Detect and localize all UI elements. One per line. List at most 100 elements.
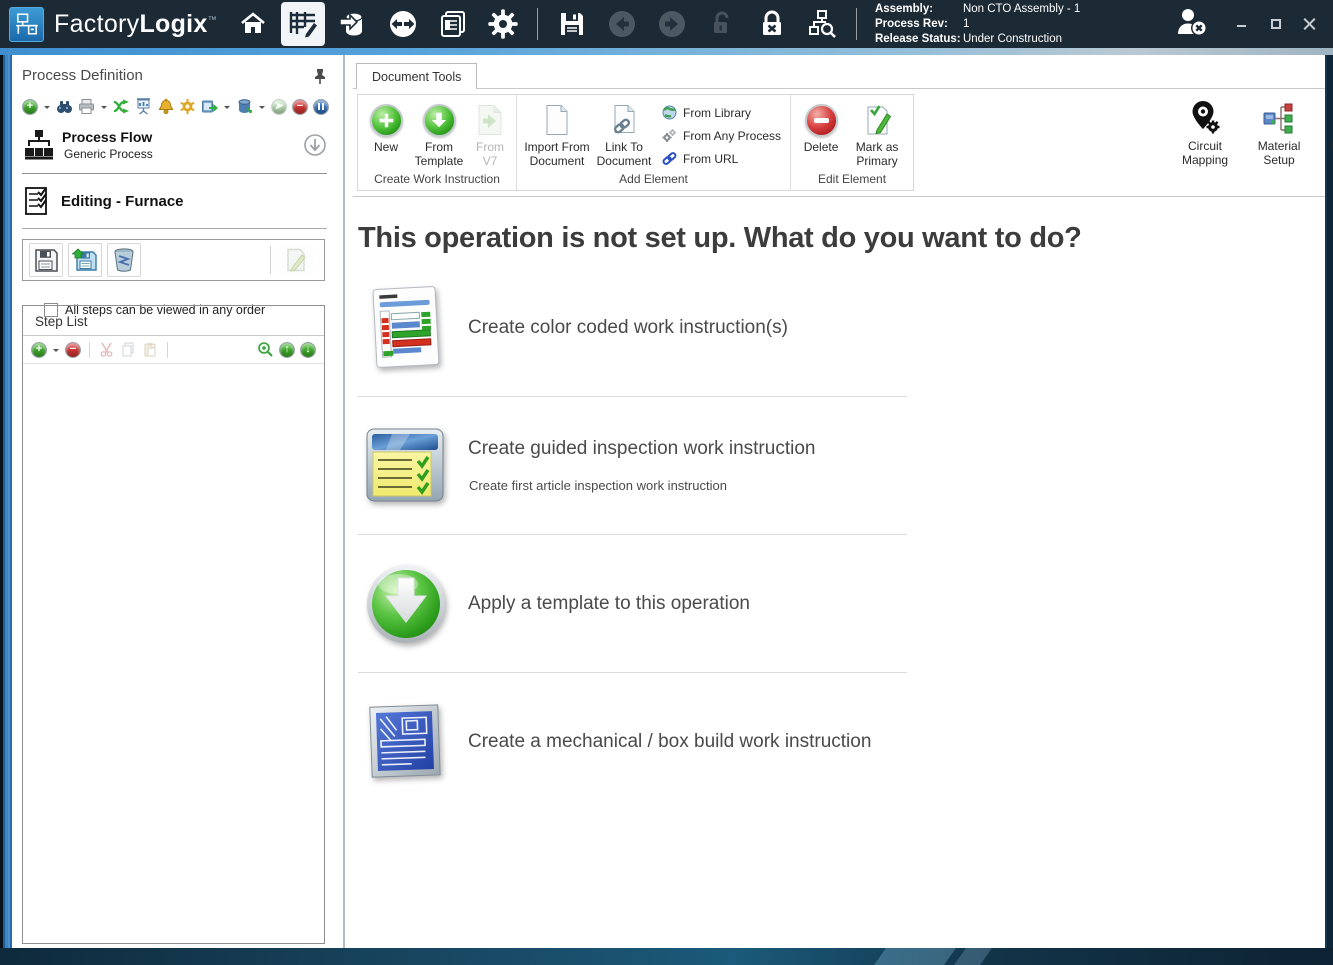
stop-icon[interactable]: −	[292, 99, 308, 115]
add-step-icon[interactable]: +	[31, 342, 47, 358]
from-library-item[interactable]: From Library	[662, 105, 781, 120]
floppy-arrow-icon	[72, 248, 98, 272]
link-to-document-button[interactable]: Link To Document	[592, 99, 656, 168]
workspace: Process Definition +	[12, 55, 1325, 948]
app-title: FactoryLogix™	[54, 10, 217, 39]
process-flow-row[interactable]: Process Flow Generic Process	[24, 129, 327, 161]
gold-gear-icon[interactable]	[179, 98, 196, 115]
delete-step-button[interactable]	[107, 243, 141, 277]
archive-icon[interactable]	[236, 98, 253, 115]
tab-document-tools[interactable]: Document Tools	[356, 63, 477, 89]
add-dropdown-icon[interactable]	[43, 98, 51, 115]
delete-element-button[interactable]: Delete	[796, 99, 846, 154]
archive-dropdown-icon[interactable]	[258, 98, 266, 115]
assembly-value: Non CTO Assembly - 1	[963, 2, 1080, 17]
process-rev-label: Process Rev:	[875, 17, 963, 32]
presentation-icon[interactable]	[135, 98, 152, 115]
from-any-process-item[interactable]: From Any Process	[662, 128, 781, 143]
process-flow-title: Process Flow	[62, 129, 303, 145]
from-url-item[interactable]: From URL	[662, 151, 781, 166]
add-icon[interactable]: +	[22, 99, 38, 115]
settings-button[interactable]	[481, 2, 525, 46]
forward-arrow-icon	[657, 9, 687, 39]
lock-button[interactable]	[750, 2, 794, 46]
mark-as-primary-button[interactable]: Mark as Primary	[846, 99, 908, 168]
step-list-toolbar: + − ↑ ↓	[23, 336, 324, 364]
edit-page-icon	[284, 248, 308, 272]
release-status-label: Release Status:	[875, 32, 963, 47]
new-button[interactable]: New	[363, 99, 409, 154]
print-dropdown-icon[interactable]	[100, 98, 108, 115]
documents-button[interactable]	[431, 2, 475, 46]
zoom-step-icon[interactable]	[257, 341, 274, 358]
minimize-button[interactable]	[1235, 17, 1249, 31]
cut-icon-disabled	[98, 341, 115, 358]
undo-button[interactable]	[600, 2, 644, 46]
spreadsheet-icon	[363, 281, 449, 375]
editing-header-row: Editing - Furnace	[24, 186, 327, 216]
expand-down-icon[interactable]	[303, 133, 327, 157]
logout-user-button[interactable]	[1175, 7, 1209, 42]
circuit-mapping-button[interactable]: Circuit Mapping	[1172, 99, 1238, 196]
accent-strip	[0, 48, 1333, 55]
save-button[interactable]	[550, 2, 594, 46]
find-icon[interactable]	[56, 98, 73, 115]
print-icon[interactable]	[78, 98, 95, 115]
add-element-menu: From Library From Any Process	[656, 99, 785, 166]
assembly-label: Assembly:	[875, 2, 963, 17]
page-title: This operation is not set up. What do yo…	[358, 222, 1325, 255]
option-sublabel[interactable]: Create first article inspection work ins…	[469, 478, 815, 493]
edit-step-button-disabled	[279, 243, 313, 277]
material-setup-button[interactable]: Material Setup	[1246, 99, 1312, 196]
app-logo	[9, 7, 44, 42]
remove-step-icon[interactable]: −	[65, 342, 81, 358]
shuffle-icon[interactable]	[113, 98, 130, 115]
toolbar-separator	[270, 246, 271, 274]
trash-icon	[113, 248, 135, 272]
copy-icon-disabled	[120, 341, 137, 358]
pin-icon[interactable]	[313, 68, 327, 84]
share-dropdown-icon[interactable]	[223, 98, 231, 115]
option-color-coded[interactable]: Create color coded work instruction(s)	[358, 259, 907, 397]
move-up-icon[interactable]: ↑	[279, 342, 295, 358]
step-list-title: Step List	[23, 306, 324, 336]
toolbar-separator	[167, 342, 168, 358]
option-list: Create color coded work instruction(s)	[358, 259, 907, 811]
gear-icon	[487, 8, 519, 40]
process-search-button[interactable]	[800, 2, 844, 46]
add-step-dropdown-icon[interactable]	[52, 341, 60, 358]
option-mechanical-box-build[interactable]: Create a mechanical / box build work ins…	[358, 673, 907, 811]
bell-icon[interactable]	[157, 98, 174, 115]
import-from-document-button[interactable]: Import From Document	[522, 99, 592, 168]
paste-icon-disabled	[142, 341, 159, 358]
redo-button[interactable]	[650, 2, 694, 46]
step-list-empty[interactable]	[23, 364, 324, 943]
save-step-button[interactable]	[29, 243, 63, 277]
production-button[interactable]	[331, 2, 375, 46]
from-template-button[interactable]: From Template	[409, 99, 469, 168]
close-button[interactable]	[1303, 17, 1317, 31]
transfers-button[interactable]	[381, 2, 425, 46]
from-v7-button-disabled: From V7	[469, 99, 511, 168]
home-button[interactable]	[231, 2, 275, 46]
option-guided-inspection[interactable]: Create guided inspection work instructio…	[358, 397, 907, 535]
maximize-button[interactable]	[1269, 17, 1283, 31]
database-arrow-icon	[338, 9, 368, 39]
option-label: Create color coded work instruction(s)	[468, 317, 788, 339]
edit-element-group: Delete Mark as Primary	[791, 95, 913, 190]
option-apply-template[interactable]: Apply a template to this operation	[358, 535, 907, 673]
process-definition-button[interactable]	[281, 2, 325, 46]
pause-icon[interactable]	[313, 99, 329, 115]
process-rev-value: 1	[963, 17, 969, 32]
divider	[22, 228, 327, 229]
back-arrow-icon	[607, 9, 637, 39]
unlock-button[interactable]	[700, 2, 744, 46]
assembly-info: Assembly:Non CTO Assembly - 1 Process Re…	[875, 2, 1080, 47]
grid-pencil-icon	[288, 9, 318, 39]
save-as-button[interactable]	[68, 243, 102, 277]
blueprint-icon	[365, 700, 447, 784]
share-icon[interactable]	[201, 98, 218, 115]
brand-bold: Logix	[139, 10, 207, 38]
recipes-button[interactable]: Recipes	[1320, 99, 1333, 196]
move-down-icon[interactable]: ↓	[300, 342, 316, 358]
